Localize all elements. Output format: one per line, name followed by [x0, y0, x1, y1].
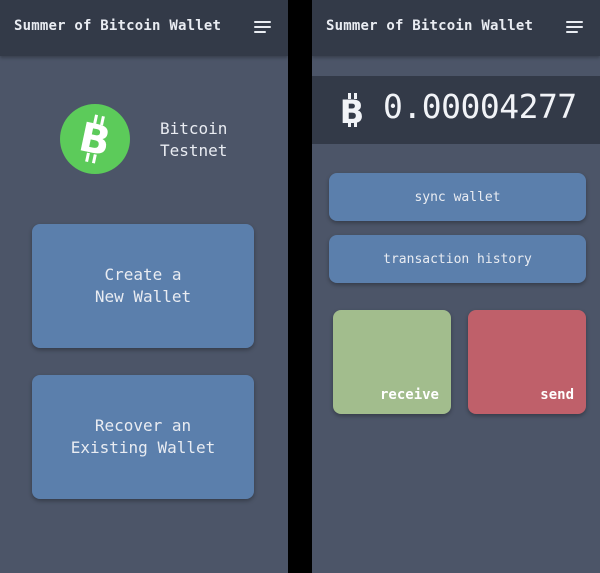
hamburger-menu-icon[interactable] — [566, 21, 583, 33]
receive-button[interactable]: receive — [333, 310, 451, 414]
hamburger-menu-icon[interactable] — [254, 21, 271, 33]
create-wallet-button[interactable]: Create a New Wallet — [32, 224, 254, 348]
wallet-screen: Summer of Bitcoin Wallet B 0.00004277 sy… — [312, 0, 600, 573]
bitcoin-symbol-icon: B — [340, 93, 364, 127]
create-wallet-label: Create a New Wallet — [94, 265, 192, 306]
bitcoin-logo-icon: B — [60, 104, 130, 174]
app-title: Summer of Bitcoin Wallet — [14, 18, 222, 34]
recover-wallet-label: Recover an Existing Wallet — [70, 416, 216, 457]
svg-text:B: B — [340, 93, 364, 127]
sync-wallet-button[interactable]: sync wallet — [329, 173, 586, 221]
app-bar: Summer of Bitcoin Wallet — [0, 0, 288, 56]
welcome-screen: Summer of Bitcoin Wallet B Bitcoin Testn… — [0, 0, 288, 573]
network-label: Bitcoin Testnet — [160, 119, 228, 160]
transaction-history-button[interactable]: transaction history — [329, 235, 586, 283]
receive-label: receive — [379, 387, 439, 403]
balance-bar: B 0.00004277 — [312, 76, 600, 144]
transaction-history-label: transaction history — [383, 251, 532, 267]
sync-wallet-label: sync wallet — [414, 189, 501, 205]
send-button[interactable]: send — [468, 310, 586, 414]
recover-wallet-button[interactable]: Recover an Existing Wallet — [32, 375, 254, 499]
app-title: Summer of Bitcoin Wallet — [326, 18, 534, 34]
app-bar: Summer of Bitcoin Wallet — [312, 0, 600, 56]
send-label: send — [540, 387, 574, 403]
balance-amount: 0.00004277 — [383, 87, 577, 126]
